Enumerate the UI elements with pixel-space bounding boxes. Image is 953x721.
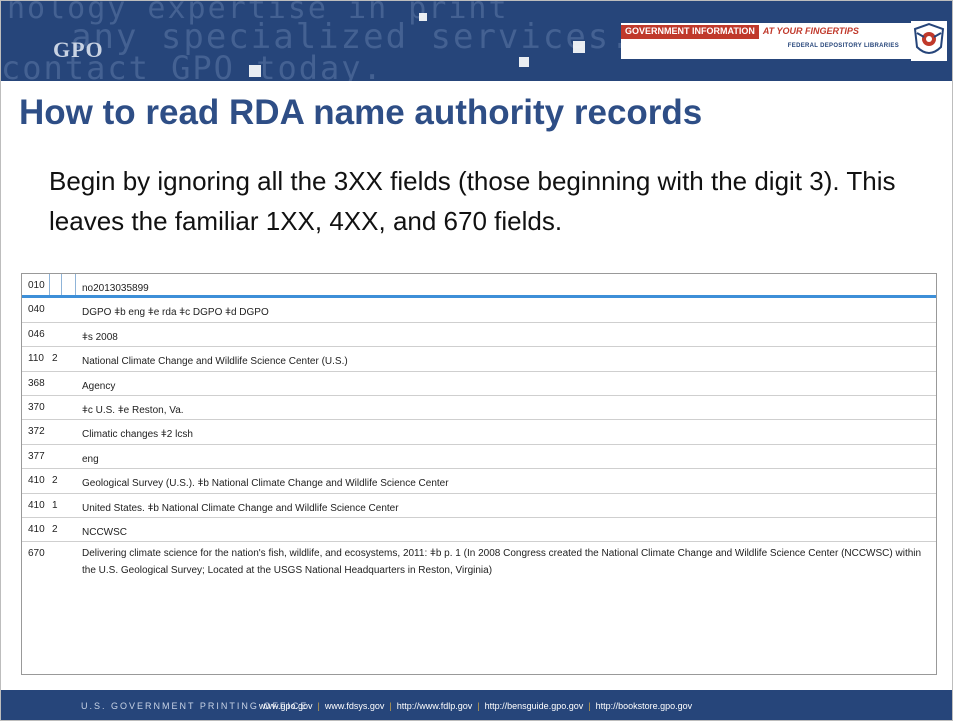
field-content: no2013035899 xyxy=(82,283,149,294)
slide: nology expertise in print any specialize… xyxy=(0,0,953,721)
cell-divider xyxy=(49,274,50,296)
field-tag: 370 xyxy=(28,401,45,413)
field-content: eng xyxy=(82,453,99,465)
record-row[interactable]: 110 2 National Climate Change and Wildlife… xyxy=(22,347,936,372)
marc-record-table: 010 no2013035899 040 DGPO ǂb eng ǂe rda ǂc … xyxy=(21,273,937,675)
field-content: Agency xyxy=(82,380,116,392)
field-tag: 410 xyxy=(28,475,45,487)
link-separator: | xyxy=(477,701,480,711)
decorative-square xyxy=(573,41,585,53)
field-content: Delivering climate science for the natio… xyxy=(82,548,922,577)
decorative-square xyxy=(519,57,529,67)
fdlp-eagle-seal-icon xyxy=(911,21,947,61)
field-content: ǂc U.S. ǂe Reston, Va. xyxy=(82,404,184,416)
field-content: Climatic changes ǂ2 lcsh xyxy=(82,429,193,441)
decorative-square xyxy=(419,13,427,21)
cell-divider xyxy=(75,274,76,296)
record-row[interactable]: 670 Delivering climate science for the na… xyxy=(22,542,936,591)
field-tag: 410 xyxy=(28,523,45,535)
footer-link[interactable]: http://bensguide.gpo.gov xyxy=(485,701,584,711)
record-row[interactable]: 046 ǂs 2008 xyxy=(22,323,936,348)
indicator-1: 2 xyxy=(52,475,58,487)
record-row[interactable]: 372 Climatic changes ǂ2 lcsh xyxy=(22,420,936,445)
field-content: DGPO ǂb eng ǂe rda ǂc DGPO ǂd DGPO xyxy=(82,307,269,319)
field-tag: 377 xyxy=(28,450,45,462)
footer-link[interactable]: www.fdsys.gov xyxy=(325,701,385,711)
footer-link[interactable]: http://bookstore.gpo.gov xyxy=(596,701,693,711)
record-row[interactable]: 410 2 Geological Survey (U.S.). ǂb Nationa… xyxy=(22,469,936,494)
banner-subtitle: FEDERAL DEPOSITORY LIBRARIES xyxy=(787,43,899,49)
decorative-square xyxy=(249,65,261,77)
indicator-1: 2 xyxy=(52,523,58,535)
link-separator: | xyxy=(317,701,320,711)
footer-link[interactable]: www.gpo.gov xyxy=(259,701,313,711)
field-content: NCCWSC xyxy=(82,526,127,538)
record-row[interactable]: 040 DGPO ǂb eng ǂe rda ǂc DGPO ǂd DGPO xyxy=(22,298,936,323)
field-tag: 368 xyxy=(28,377,45,389)
fdlp-banner: GOVERNMENT INFORMATION AT YOUR FINGERTIP… xyxy=(621,23,911,59)
field-tag: 046 xyxy=(28,328,45,340)
field-content: National Climate Change and Wildlife Sci… xyxy=(82,356,348,368)
record-row[interactable]: 010 no2013035899 xyxy=(22,274,936,299)
indicator-1: 2 xyxy=(52,353,58,365)
footer-links: www.gpo.gov | www.fdsys.gov | http://www.fdl… xyxy=(259,701,692,711)
field-tag: 040 xyxy=(28,304,45,316)
gpo-logo: GPO xyxy=(53,37,104,62)
footer-link[interactable]: http://www.fdlp.gov xyxy=(397,701,473,711)
field-tag: 010 xyxy=(28,280,45,291)
record-row[interactable]: 410 2 NCCWSC xyxy=(22,518,936,543)
record-row[interactable]: 368 Agency xyxy=(22,372,936,396)
footer-band: U.S. GOVERNMENT PRINTING OFFICE www.gpo.… xyxy=(1,690,952,720)
link-separator: | xyxy=(588,701,591,711)
slide-body: Begin by ignoring all the 3XX fields (th… xyxy=(49,166,896,236)
record-row[interactable]: 377 eng xyxy=(22,445,936,470)
field-tag: 372 xyxy=(28,426,45,438)
record-row[interactable]: 410 1 United States. ǂb National Climate C… xyxy=(22,494,936,518)
field-tag: 410 xyxy=(28,499,45,511)
cell-divider xyxy=(61,274,62,296)
banner-red-text: GOVERNMENT INFORMATION xyxy=(621,25,759,39)
field-content: United States. ǂb National Climate Chang… xyxy=(82,502,399,514)
indicator-1: 1 xyxy=(52,499,58,511)
field-tag: 670 xyxy=(28,548,45,560)
slide-title: How to read RDA name authority records xyxy=(19,93,703,132)
field-content: ǂs 2008 xyxy=(82,331,118,343)
field-content: Geological Survey (U.S.). ǂb National Cl… xyxy=(82,478,449,490)
link-separator: | xyxy=(389,701,392,711)
field-tag: 110 xyxy=(28,353,44,365)
banner-italic-text: AT YOUR FINGERTIPS xyxy=(762,26,859,36)
header-band: nology expertise in print any specialize… xyxy=(1,1,952,81)
record-row[interactable]: 370 ǂc U.S. ǂe Reston, Va. xyxy=(22,396,936,421)
